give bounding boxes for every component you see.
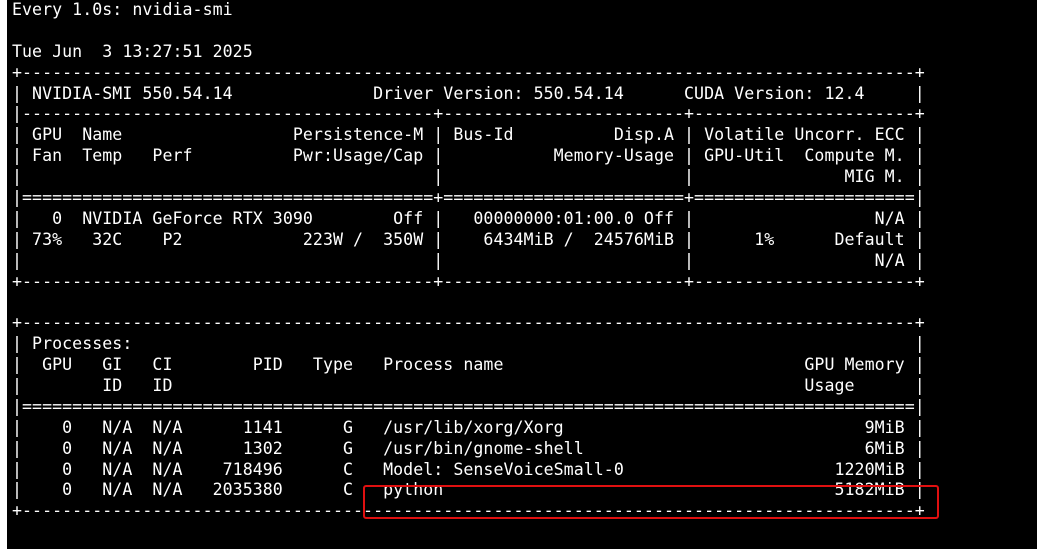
- gpu-table-divider: |---------------------------------------…: [12, 104, 925, 124]
- gpu-table-header-row-1: | GPU Name Persistence-M | Bus-Id Disp.A…: [12, 125, 925, 145]
- watch-command-line: Every 1.0s: nvidia-smi: [12, 0, 233, 19]
- gpu-table-version-row: | NVIDIA-SMI 550.54.14 Driver Version: 5…: [12, 83, 925, 103]
- gpu-row-line-3: | | | N/A |: [12, 250, 925, 270]
- timestamp-line: Tue Jun 3 13:27:51 2025: [12, 41, 253, 61]
- gpu-table-header-separator: |=======================================…: [12, 188, 925, 208]
- process-table-top-border: +---------------------------------------…: [12, 313, 925, 333]
- gpu-table-bottom-border: +---------------------------------------…: [12, 271, 925, 291]
- terminal-window[interactable]: Every 1.0s: nvidia-smi Tue Jun 3 13:27:51…: [0, 0, 1037, 549]
- terminal-output: Every 1.0s: nvidia-smi Tue Jun 3 13:27:51…: [12, 0, 925, 522]
- gpu-row-line-1: | 0 NVIDIA GeForce RTX 3090 Off | 000000…: [12, 208, 925, 228]
- gpu-row-line-2: | 73% 32C P2 223W / 350W | 6434MiB / 245…: [12, 229, 925, 249]
- window-left-edge: [0, 0, 7, 549]
- process-row-sensevoice: | 0 N/A N/A 718496 C Model: SenseVoiceSm…: [12, 459, 925, 479]
- process-table-header-separator: |=======================================…: [12, 396, 925, 416]
- process-row-xorg: | 0 N/A N/A 1141 G /usr/lib/xorg/Xorg 9M…: [12, 417, 925, 437]
- gpu-table-top-border: +---------------------------------------…: [12, 62, 925, 82]
- process-table-header-row-2: | ID ID Usage |: [12, 376, 925, 396]
- process-row-gnome-shell: | 0 N/A N/A 1302 G /usr/bin/gnome-shell …: [12, 438, 925, 458]
- highlight-annotation-box: [363, 485, 939, 519]
- gpu-table-header-row-3: | | | MIG M. |: [12, 167, 925, 187]
- gpu-table-header-row-2: | Fan Temp Perf Pwr:Usage/Cap | Memory-U…: [12, 146, 925, 166]
- process-table-header-row-1: | GPU GI CI PID Type Process name GPU Me…: [12, 355, 925, 375]
- process-table-title: | Processes: |: [12, 334, 925, 354]
